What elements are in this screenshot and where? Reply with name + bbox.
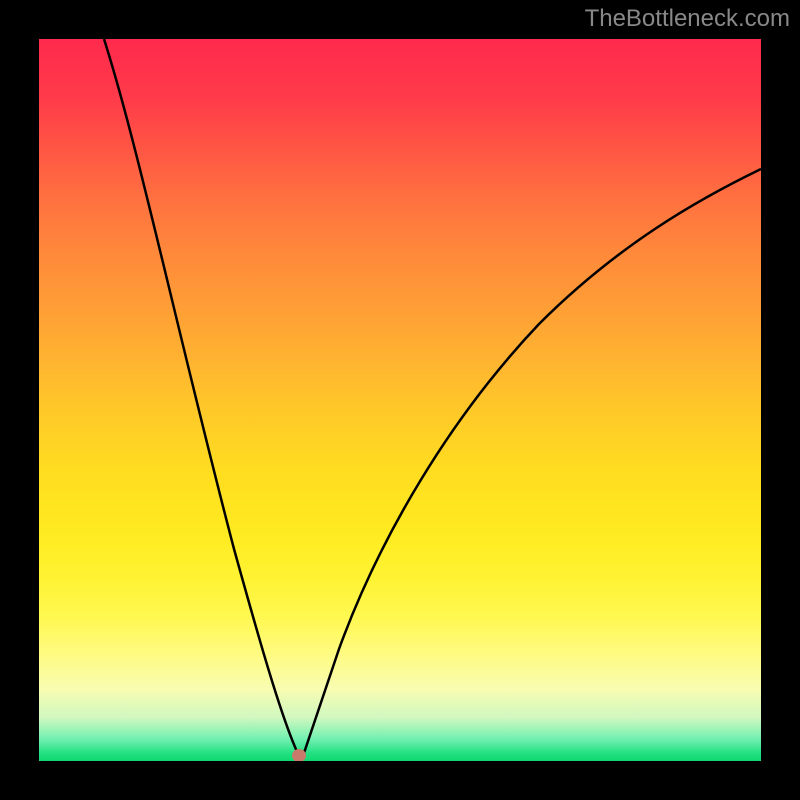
watermark-text: TheBottleneck.com <box>585 5 790 33</box>
bottleneck-curve <box>39 39 761 761</box>
minimum-point-marker <box>292 749 306 761</box>
plot-area <box>39 39 761 761</box>
